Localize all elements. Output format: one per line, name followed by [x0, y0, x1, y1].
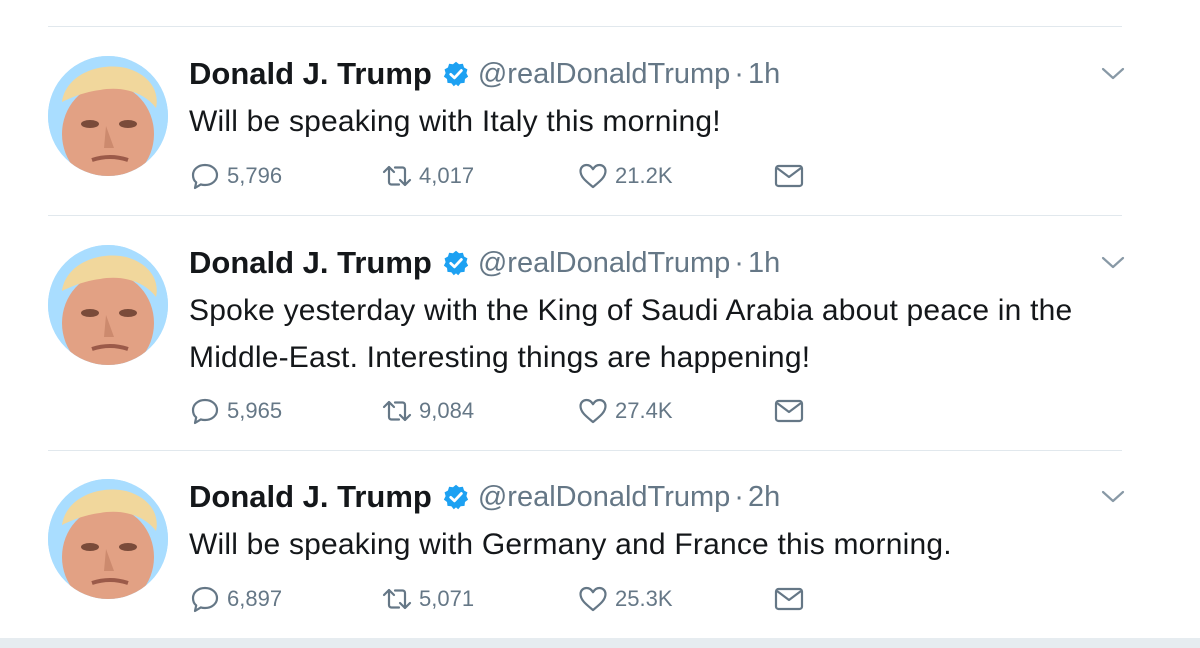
direct-message-button[interactable]: [773, 583, 805, 615]
avatar[interactable]: [48, 245, 168, 365]
separator-dot: ·: [734, 480, 744, 513]
verified-badge-icon: [443, 250, 468, 276]
tweet-text: Will be speaking with Germany and France…: [189, 528, 952, 561]
mail-icon: [774, 587, 804, 611]
retweet-button[interactable]: 9,084: [381, 395, 474, 427]
tweet-header: Donald J. Trump @realDonaldTrump · 1h: [189, 245, 780, 281]
direct-message-button[interactable]: [773, 160, 805, 192]
tweet-actions: 6,897 5,071 25.3K: [189, 583, 829, 615]
like-count: 25.3K: [615, 586, 673, 611]
tweet-divider: [48, 450, 1122, 451]
timestamp[interactable]: 1h: [748, 58, 780, 91]
tweet-header: Donald J. Trump @realDonaldTrump · 2h: [189, 479, 780, 515]
avatar[interactable]: [48, 479, 168, 599]
timestamp[interactable]: 1h: [748, 247, 780, 280]
like-count: 21.2K: [615, 163, 673, 188]
tweet-actions: 5,796 4,017 21.2K: [189, 160, 829, 192]
like-button[interactable]: 21.2K: [577, 160, 673, 192]
mail-icon: [774, 164, 804, 188]
retweet-count: 4,017: [419, 163, 475, 188]
tweet[interactable]: Donald J. Trump @realDonaldTrump · 1h Sp…: [0, 245, 1200, 451]
tweet[interactable]: Donald J. Trump @realDonaldTrump · 2h Wi…: [0, 479, 1200, 638]
heart-icon: [579, 586, 607, 612]
verified-badge-icon: [443, 61, 468, 87]
mail-icon: [774, 399, 804, 423]
chevron-down-icon[interactable]: [1100, 485, 1126, 507]
retweet-button[interactable]: 4,017: [381, 160, 474, 192]
reply-button[interactable]: 6,897: [189, 583, 282, 615]
user-handle[interactable]: @realDonaldTrump: [478, 247, 730, 280]
tweet-header: Donald J. Trump @realDonaldTrump · 1h: [189, 56, 780, 92]
retweet-icon: [382, 588, 412, 610]
tweet-divider: [48, 215, 1122, 216]
separator-dot: ·: [734, 57, 744, 90]
user-handle[interactable]: @realDonaldTrump: [478, 481, 730, 514]
display-name[interactable]: Donald J. Trump: [189, 479, 432, 515]
like-button[interactable]: 25.3K: [577, 583, 673, 615]
like-button[interactable]: 27.4K: [577, 395, 673, 427]
top-divider: [48, 26, 1122, 27]
reply-count: 6,897: [227, 586, 283, 611]
avatar[interactable]: [48, 56, 168, 176]
bottom-border: [0, 638, 1200, 648]
reply-button[interactable]: 5,965: [189, 395, 282, 427]
reply-icon: [191, 586, 219, 613]
retweet-count: 5,071: [419, 586, 475, 611]
retweet-icon: [382, 165, 412, 187]
reply-count: 5,965: [227, 398, 283, 423]
retweet-count: 9,084: [419, 398, 475, 423]
display-name[interactable]: Donald J. Trump: [189, 245, 432, 281]
tweet-text: Spoke yesterday with the King of Saudi A…: [189, 294, 1073, 374]
chevron-down-icon[interactable]: [1100, 62, 1126, 84]
direct-message-button[interactable]: [773, 395, 805, 427]
heart-icon: [579, 163, 607, 189]
tweet-text: Will be speaking with Italy this morning…: [189, 105, 721, 138]
verified-badge-icon: [443, 484, 468, 510]
reply-button[interactable]: 5,796: [189, 160, 282, 192]
reply-icon: [191, 398, 219, 425]
tweet-actions: 5,965 9,084 27.4K: [189, 395, 829, 427]
reply-icon: [191, 163, 219, 190]
retweet-button[interactable]: 5,071: [381, 583, 474, 615]
retweet-icon: [382, 400, 412, 422]
like-count: 27.4K: [615, 398, 673, 423]
chevron-down-icon[interactable]: [1100, 251, 1126, 273]
heart-icon: [579, 398, 607, 424]
timestamp[interactable]: 2h: [748, 481, 780, 514]
user-handle[interactable]: @realDonaldTrump: [478, 58, 730, 91]
display-name[interactable]: Donald J. Trump: [189, 56, 432, 92]
tweet[interactable]: Donald J. Trump @realDonaldTrump · 1h Wi…: [0, 56, 1200, 216]
separator-dot: ·: [734, 246, 744, 279]
reply-count: 5,796: [227, 163, 283, 188]
